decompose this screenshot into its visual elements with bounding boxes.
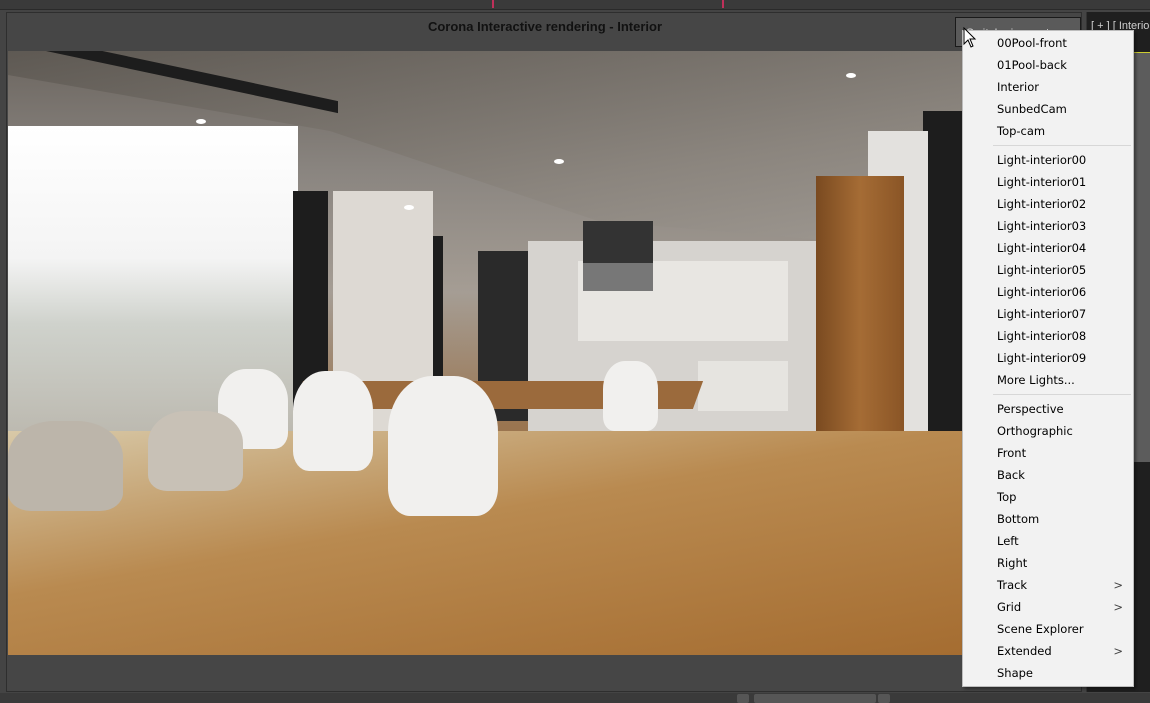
menu-item-label: Orthographic: [997, 424, 1073, 438]
timeline-slider[interactable]: [754, 694, 876, 703]
menu-item-label: Left: [997, 534, 1019, 548]
menu-item-back[interactable]: Back: [963, 464, 1133, 486]
chair: [388, 376, 498, 516]
timeline-marker: [722, 0, 724, 8]
menu-item-label: Shape: [997, 666, 1034, 680]
menu-item-label: Light-interior02: [997, 197, 1087, 211]
menu-item-label: Front: [997, 446, 1027, 460]
scroll-button[interactable]: [737, 694, 749, 703]
menu-item-label: Interior: [997, 80, 1039, 94]
menu-item-label: SunbedCam: [997, 102, 1067, 116]
top-strip: [0, 0, 1150, 10]
menu-item-label: Grid: [997, 600, 1022, 614]
menu-item-light-interior03[interactable]: Light-interior03: [963, 215, 1133, 237]
menu-item-light-interior09[interactable]: Light-interior09: [963, 347, 1133, 369]
menu-item-label: Bottom: [997, 512, 1040, 526]
menu-item-scene-explorer[interactable]: Scene Explorer: [963, 618, 1133, 640]
menu-item-sunbedcam[interactable]: SunbedCam: [963, 98, 1133, 120]
menu-item-more-lights[interactable]: More Lights...: [963, 369, 1133, 391]
chevron-right-icon: >: [1113, 600, 1123, 614]
chair: [603, 361, 658, 431]
menu-item-label: Scene Explorer: [997, 622, 1084, 636]
menu-item-light-interior02[interactable]: Light-interior02: [963, 193, 1133, 215]
menu-item-label: 01Pool-back: [997, 58, 1067, 72]
menu-item-light-interior04[interactable]: Light-interior04: [963, 237, 1133, 259]
window-title: Corona Interactive rendering - Interior: [427, 19, 663, 34]
ceiling-light: [196, 119, 206, 124]
bottom-bar: [0, 693, 1150, 703]
beanbag: [148, 411, 243, 491]
menu-item-top-cam[interactable]: Top-cam: [963, 120, 1133, 142]
menu-item-label: Light-interior00: [997, 153, 1087, 167]
menu-item-extended[interactable]: Extended >: [963, 640, 1133, 662]
scroll-button[interactable]: [878, 694, 890, 703]
menu-item-label: Light-interior04: [997, 241, 1087, 255]
menu-item-interior[interactable]: Interior: [963, 76, 1133, 98]
menu-item-left[interactable]: Left: [963, 530, 1133, 552]
chevron-right-icon: >: [1113, 644, 1123, 658]
menu-item-label: Top-cam: [997, 124, 1046, 138]
menu-item-label: Light-interior01: [997, 175, 1087, 189]
render-image: [8, 51, 1081, 655]
menu-item-label: Right: [997, 556, 1028, 570]
menu-item-light-interior00[interactable]: Light-interior00: [963, 149, 1133, 171]
menu-item-label: Back: [997, 468, 1025, 482]
range-hood: [583, 221, 653, 291]
ceiling-light: [404, 205, 414, 210]
menu-separator: [993, 145, 1131, 146]
menu-item-grid[interactable]: Grid >: [963, 596, 1133, 618]
menu-item-label: Extended: [997, 644, 1052, 658]
menu-item-light-interior05[interactable]: Light-interior05: [963, 259, 1133, 281]
viewport-context-menu: 00Pool-front 01Pool-back Interior SunbedCam…: [962, 30, 1134, 687]
menu-item-00pool-front[interactable]: 00Pool-front: [963, 32, 1133, 54]
beanbag: [8, 421, 123, 511]
chair: [293, 371, 373, 471]
menu-item-label: Track: [997, 578, 1028, 592]
ceiling-light: [554, 159, 564, 164]
menu-item-label: Light-interior08: [997, 329, 1087, 343]
menu-item-label: Light-interior05: [997, 263, 1087, 277]
menu-item-top[interactable]: Top: [963, 486, 1133, 508]
menu-item-label: Perspective: [997, 402, 1064, 416]
menu-item-perspective[interactable]: Perspective: [963, 398, 1133, 420]
mouse-cursor-icon: [963, 27, 977, 48]
ceiling-light: [846, 73, 856, 78]
menu-item-label: Top: [997, 490, 1017, 504]
menu-item-orthographic[interactable]: Orthographic: [963, 420, 1133, 442]
menu-item-bottom[interactable]: Bottom: [963, 508, 1133, 530]
interactive-render-window: Corona Interactive rendering - Interior …: [6, 12, 1082, 692]
menu-item-label: More Lights...: [997, 373, 1075, 387]
menu-separator: [993, 394, 1131, 395]
menu-item-label: Light-interior03: [997, 219, 1087, 233]
menu-item-front[interactable]: Front: [963, 442, 1133, 464]
menu-item-label: Light-interior07: [997, 307, 1087, 321]
timeline-marker: [492, 0, 494, 8]
menu-item-01pool-back[interactable]: 01Pool-back: [963, 54, 1133, 76]
menu-item-light-interior07[interactable]: Light-interior07: [963, 303, 1133, 325]
menu-item-light-interior06[interactable]: Light-interior06: [963, 281, 1133, 303]
menu-item-label: 00Pool-front: [997, 36, 1067, 50]
menu-item-label: Light-interior06: [997, 285, 1087, 299]
menu-item-light-interior01[interactable]: Light-interior01: [963, 171, 1133, 193]
wood-panel: [816, 176, 904, 466]
menu-item-right[interactable]: Right: [963, 552, 1133, 574]
menu-item-shape[interactable]: Shape: [963, 662, 1133, 684]
menu-item-track[interactable]: Track >: [963, 574, 1133, 596]
kitchen-counter: [698, 361, 788, 411]
chevron-right-icon: >: [1113, 578, 1123, 592]
menu-item-label: Light-interior09: [997, 351, 1087, 365]
menu-item-light-interior08[interactable]: Light-interior08: [963, 325, 1133, 347]
